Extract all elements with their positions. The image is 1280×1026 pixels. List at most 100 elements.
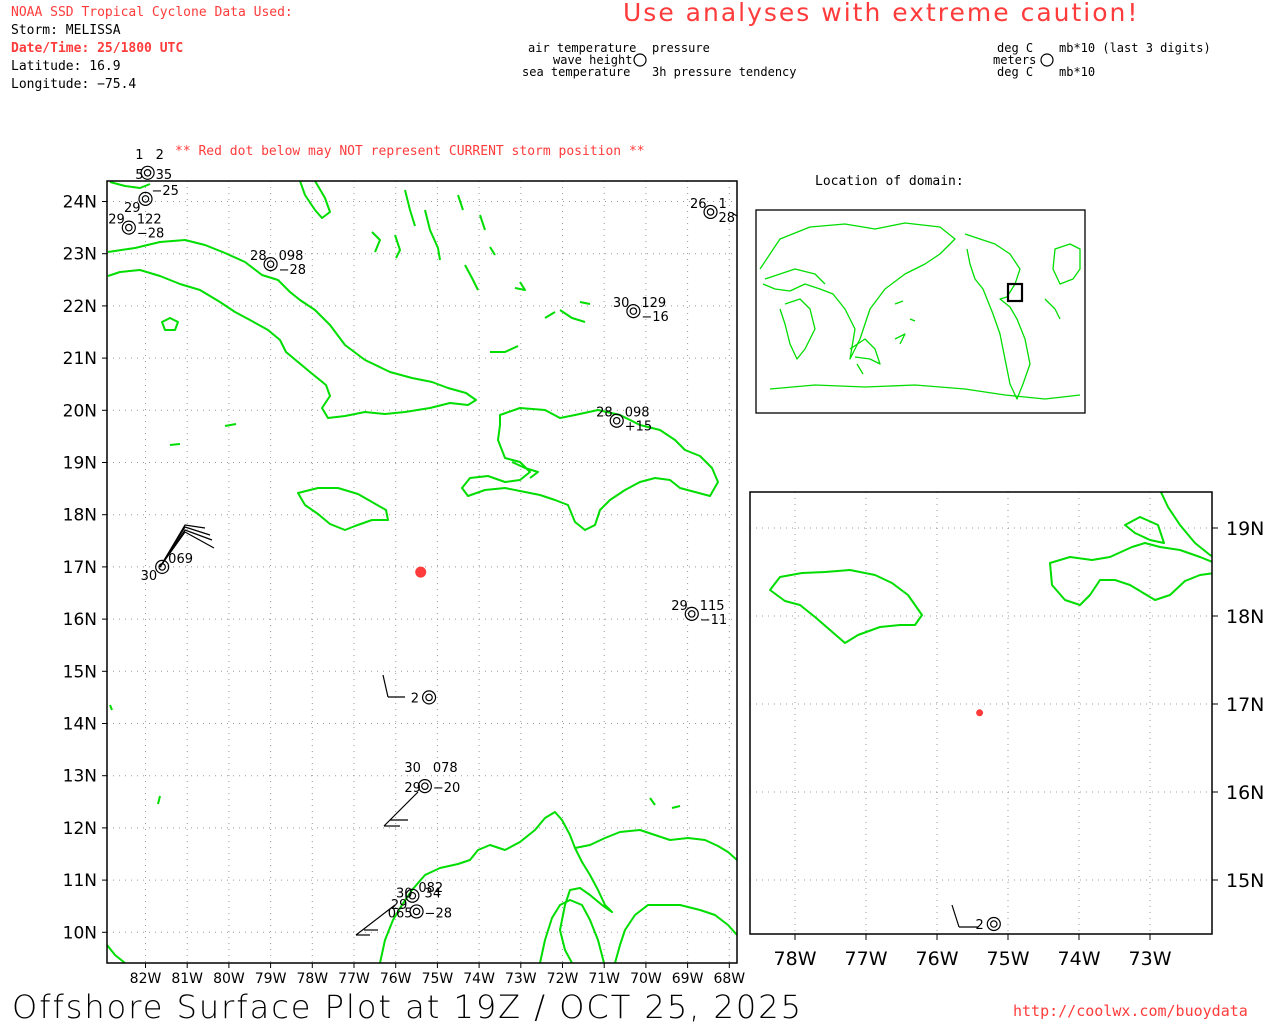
lon-label: 73W: [505, 971, 537, 987]
station-value: 069: [168, 552, 193, 567]
station-value: 098: [279, 249, 304, 264]
station-inner-circle-icon: [687, 610, 696, 618]
main-map-storm-marker[interactable]: [415, 566, 427, 578]
zoom-lat-label: 17N: [1226, 694, 1264, 716]
station-inner-circle-icon: [125, 223, 133, 232]
lon-label: 70W: [630, 971, 662, 987]
station-value: 28: [250, 249, 267, 264]
station-plot: 29−25: [124, 184, 179, 216]
station-value: 29: [108, 213, 125, 228]
station-plot: 2: [976, 916, 1001, 933]
lat-label: 23N: [63, 245, 97, 265]
storm-position-dot: [415, 566, 427, 578]
station-inner-circle-icon: [421, 782, 429, 790]
zoom-lat-label: 19N: [1226, 518, 1264, 540]
station-inner-circle-icon: [266, 260, 275, 268]
legend-unit-deg-c-sea: deg C: [997, 65, 1034, 79]
legend-unit-mb-last-digits: mb*10 (last 3 digits): [1059, 41, 1211, 55]
station-value: −11: [700, 613, 727, 628]
zoom-lon-label: 73W: [1129, 948, 1172, 970]
lon-label: 72W: [547, 971, 579, 987]
lon-label: 74W: [463, 971, 495, 987]
station-value: −20: [433, 781, 460, 796]
station-plot: 30 078 29 −20: [404, 761, 460, 796]
station-value: −28: [425, 906, 452, 921]
lat-label: 15N: [63, 662, 97, 682]
station-value: −28: [279, 263, 306, 278]
lat-label: 22N: [63, 297, 97, 317]
lat-label: 11N: [63, 871, 97, 891]
lat-label: 14N: [63, 715, 97, 735]
station-value: 30: [396, 886, 413, 901]
coastline-florida: [299, 181, 331, 219]
station-value: 2: [411, 691, 419, 706]
lon-label: 75W: [422, 971, 454, 987]
station-value: 115: [700, 599, 725, 614]
station-value: −25: [152, 184, 179, 199]
zoom-map-axis-labels: 78W 77W 76W 75W 74W 73W 19N 18N 17N 16N 15N: [774, 518, 1265, 970]
station-plot: 2: [411, 690, 437, 706]
zoom-lon-label: 77W: [845, 948, 888, 970]
station-value: 29: [404, 781, 421, 796]
lon-label: 71W: [588, 971, 620, 987]
zoom-lon-label: 76W: [916, 948, 959, 970]
lat-label: 16N: [63, 610, 97, 630]
lon-label: 79W: [255, 971, 287, 987]
lat-label: 19N: [63, 454, 97, 474]
zoom-coastline-jamaica: [769, 569, 923, 644]
station-plot: 29 115−11: [671, 599, 727, 628]
source-url-link[interactable]: http://coolwx.com/buoydata: [1013, 1002, 1248, 1020]
station-plot: 29 122−28: [108, 213, 164, 242]
station-circle-icon: [986, 916, 1001, 932]
station-inner-circle-icon: [612, 416, 621, 425]
lat-label: 13N: [63, 767, 97, 787]
zoom-lat-label: 18N: [1226, 606, 1264, 628]
station-value: 2: [156, 148, 164, 163]
station-inner-circle-icon: [143, 168, 152, 177]
legend-unit-mb: mb*10: [1059, 65, 1096, 79]
zoom-map[interactable]: 2 78W 77W 76W 75W 74W 73W 19N 18N 17N 16N 15N: [740, 485, 1280, 975]
coastline-jamaica: [297, 487, 389, 531]
station-value: 1: [135, 148, 143, 163]
station-value: 34: [425, 886, 442, 901]
station-plot: 1 25 35: [135, 148, 172, 183]
legend-unit-circle-icon: [1040, 53, 1054, 67]
lat-label: 12N: [63, 819, 97, 839]
lon-label: 69W: [672, 971, 704, 987]
station-circle-icon: [421, 690, 437, 705]
zoom-lon-label: 78W: [774, 948, 817, 970]
station-value: −28: [137, 227, 164, 242]
station-value: 26: [690, 197, 707, 212]
zoom-lat-label: 15N: [1226, 870, 1264, 892]
station-value: 1: [719, 197, 727, 212]
lon-label: 77W: [338, 971, 370, 987]
station-value: 065: [388, 906, 413, 921]
main-map-stations: 1 25 3529−2529 122−2828 098−2830 129−1628 098+…: [108, 148, 735, 922]
zoom-lon-label: 75W: [987, 948, 1030, 970]
zoom-map-storm-marker[interactable]: [976, 709, 984, 717]
station-inner-circle-icon: [425, 693, 433, 702]
station-plot: 26 128: [690, 197, 735, 226]
lat-label: 20N: [63, 401, 97, 421]
lon-label: 78W: [296, 971, 328, 987]
station-value: 122: [137, 213, 162, 228]
zoom-coastline-hispaniola: [1049, 542, 1212, 606]
station-circle-icon: [138, 191, 153, 206]
zoom-storm-position-dot: [976, 709, 984, 717]
station-value: 078: [433, 761, 458, 776]
station-value: 2: [976, 918, 984, 933]
main-map[interactable]: 1 25 3529−2529 122−2828 098−2830 129−1628 098+…: [0, 0, 760, 990]
station-inner-circle-icon: [412, 907, 421, 916]
station-inner-circle-icon: [706, 208, 715, 216]
station-plot: 28 098+15: [596, 406, 652, 435]
station-value: 30: [613, 296, 630, 311]
world-inset-map: [755, 209, 1086, 414]
lon-label: 76W: [380, 971, 412, 987]
lat-label: 21N: [63, 349, 97, 369]
zoom-map-wind-barbs: [951, 904, 978, 928]
lat-label: 17N: [63, 558, 97, 578]
lat-label: 24N: [63, 193, 97, 213]
lon-label: 82W: [130, 971, 162, 987]
zoom-lon-label: 74W: [1058, 948, 1101, 970]
station-inner-circle-icon: [141, 195, 150, 203]
